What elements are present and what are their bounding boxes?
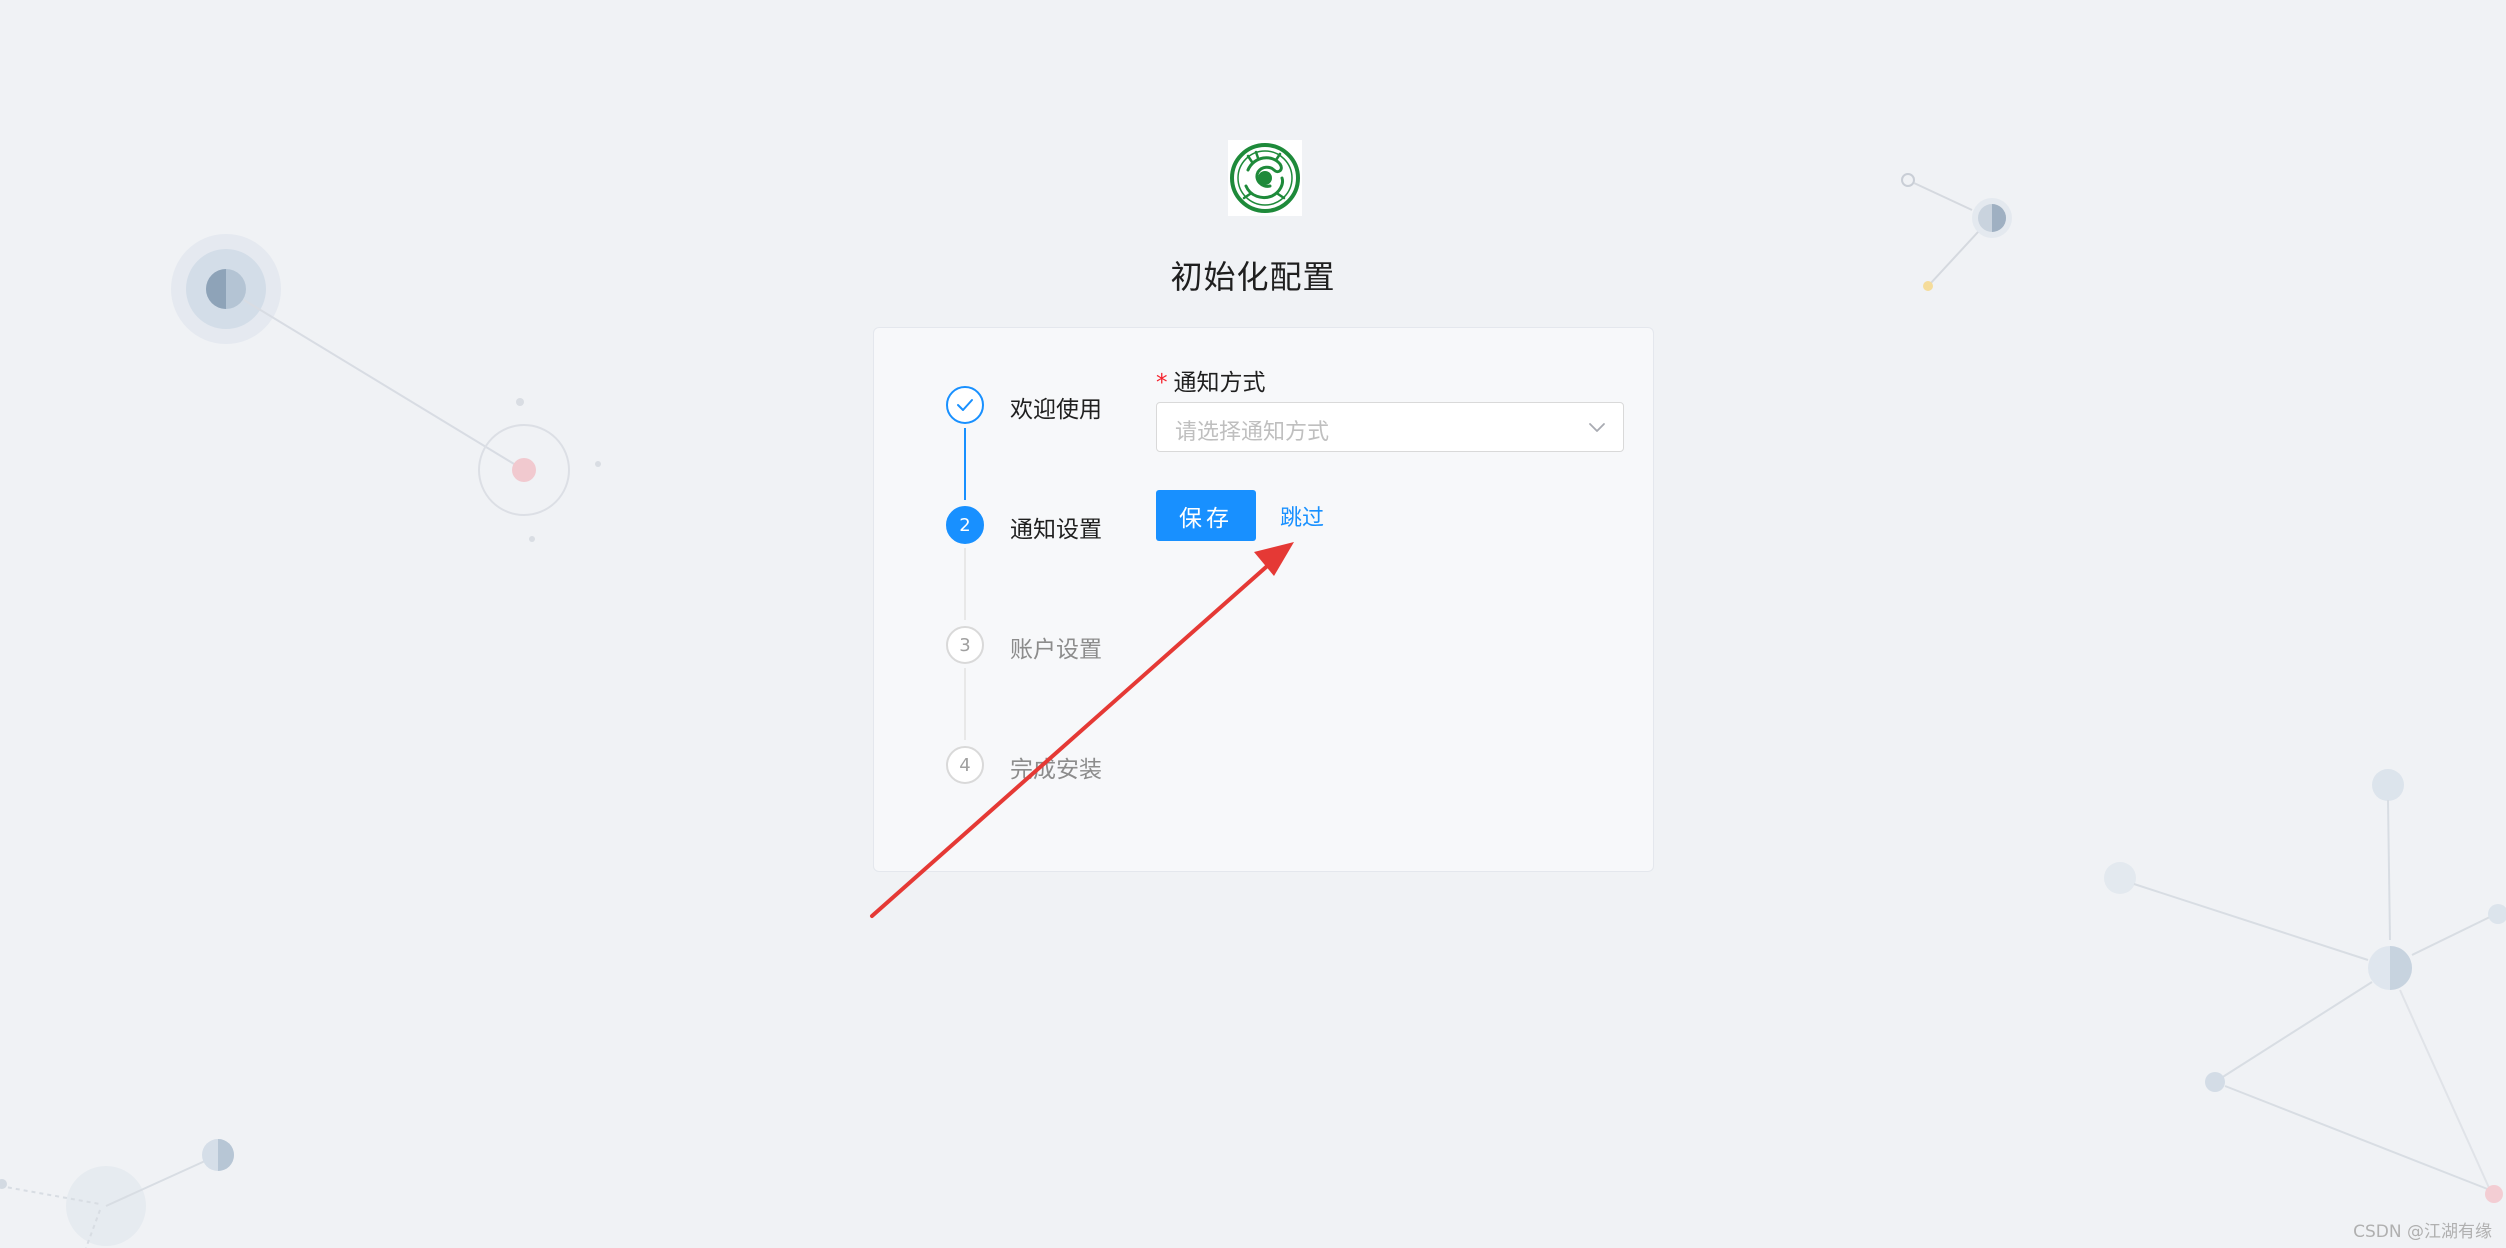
notify-method-label-text: 通知方式 xyxy=(1173,370,1266,396)
chevron-down-icon xyxy=(1589,423,1605,432)
step-number: 3 xyxy=(946,626,984,664)
page-title: 初始化配置 xyxy=(1170,258,1336,296)
watermark: CSDN @江湖有缘 xyxy=(2353,1222,2492,1242)
form-actions: 保存 跳过 xyxy=(1156,490,1626,542)
step-notification: 2 通知设置 xyxy=(946,506,1126,548)
select-placeholder: 请选择通知方式 xyxy=(1175,420,1330,445)
dragon-emblem-icon xyxy=(1230,143,1300,213)
step-label: 欢迎使用 xyxy=(1010,397,1102,423)
step-connector xyxy=(964,428,966,500)
step-label: 通知设置 xyxy=(1010,517,1102,543)
step-number: 4 xyxy=(946,746,984,784)
step-label: 账户设置 xyxy=(1010,637,1102,663)
required-mark: * xyxy=(1156,370,1168,396)
notify-method-label: * 通知方式 xyxy=(1156,366,1626,400)
logo xyxy=(1228,140,1302,216)
skip-link[interactable]: 跳过 xyxy=(1280,500,1324,532)
step-number: 2 xyxy=(946,506,984,544)
setup-steps: 欢迎使用 2 通知设置 3 账户设置 4 完成安装 xyxy=(946,386,1126,826)
step-done-check-icon xyxy=(946,386,984,424)
step-label: 完成安装 xyxy=(1010,757,1102,783)
page-root: 初始化配置 欢迎使用 2 通知设置 3 账户设置 4 完成安装 * 通知方式 请… xyxy=(0,0,2506,1248)
step-welcome: 欢迎使用 xyxy=(946,386,1126,428)
step-finish: 4 完成安装 xyxy=(946,746,1126,788)
setup-card: 欢迎使用 2 通知设置 3 账户设置 4 完成安装 * 通知方式 请选择通知方式… xyxy=(873,327,1654,872)
notification-form: * 通知方式 请选择通知方式 保存 跳过 xyxy=(1156,366,1626,542)
step-connector xyxy=(964,668,966,740)
step-connector xyxy=(964,548,966,620)
step-account: 3 账户设置 xyxy=(946,626,1126,668)
notify-method-select[interactable]: 请选择通知方式 xyxy=(1156,402,1624,452)
save-button[interactable]: 保存 xyxy=(1156,490,1256,541)
